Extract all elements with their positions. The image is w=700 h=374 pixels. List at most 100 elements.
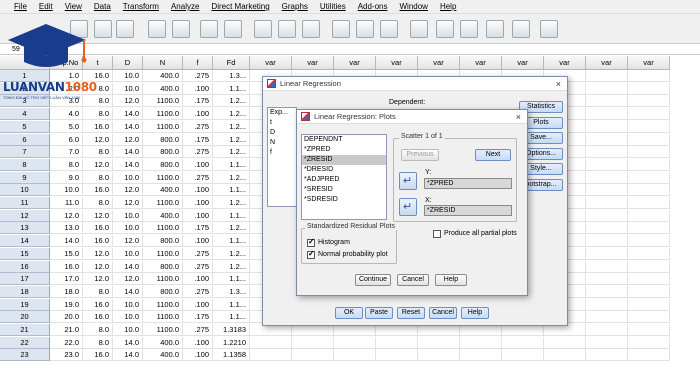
table-cell[interactable]: .275 xyxy=(183,324,213,336)
variable-item[interactable]: Exp... xyxy=(268,108,296,118)
table-cell[interactable]: 17.0 xyxy=(50,273,83,286)
menu-item[interactable]: File xyxy=(14,2,27,11)
table-cell[interactable]: 1.1... xyxy=(213,311,250,324)
table-cell[interactable]: 1.2... xyxy=(213,95,250,108)
empty-cell[interactable] xyxy=(628,260,670,273)
row-header[interactable]: 18 xyxy=(0,285,50,298)
table-cell[interactable]: 18.0 xyxy=(50,285,83,298)
table-cell[interactable]: 1100.0 xyxy=(143,120,183,133)
table-cell[interactable]: 8.0 xyxy=(83,285,113,298)
table-cell[interactable]: 16.0 xyxy=(83,120,113,133)
row-header[interactable]: 6 xyxy=(0,133,50,146)
empty-cell[interactable] xyxy=(628,108,670,121)
table-cell[interactable]: .100 xyxy=(183,82,213,95)
empty-cell[interactable] xyxy=(586,171,628,184)
empty-cell[interactable] xyxy=(586,158,628,171)
empty-cell[interactable] xyxy=(628,158,670,171)
empty-cell[interactable] xyxy=(376,349,418,362)
table-cell[interactable]: 1.2... xyxy=(213,247,250,260)
table-cell[interactable]: .175 xyxy=(183,133,213,146)
table-cell[interactable]: 16.0 xyxy=(83,311,113,324)
table-cell[interactable]: .100 xyxy=(183,108,213,121)
table-cell[interactable]: 8.0 xyxy=(50,158,83,171)
cancel-button[interactable]: Cancel xyxy=(429,307,457,319)
table-cell[interactable]: 1.3... xyxy=(213,70,250,82)
table-cell[interactable]: 400.0 xyxy=(143,70,183,82)
table-cell[interactable]: .175 xyxy=(183,222,213,235)
menu-item[interactable]: Graphs xyxy=(282,2,308,11)
empty-cell[interactable] xyxy=(628,324,670,336)
table-cell[interactable]: 23.0 xyxy=(50,349,83,362)
empty-cell[interactable] xyxy=(586,82,628,95)
column-header[interactable]: var xyxy=(628,56,670,70)
table-cell[interactable]: 400.0 xyxy=(143,82,183,95)
table-cell[interactable]: .275 xyxy=(183,171,213,184)
table-cell[interactable]: 12.0 xyxy=(113,95,143,108)
empty-cell[interactable] xyxy=(628,273,670,286)
table-cell[interactable]: 1100.0 xyxy=(143,108,183,121)
plot-variable-item[interactable]: *SRESID xyxy=(302,185,386,195)
y-field[interactable]: *ZPRED xyxy=(424,178,512,189)
empty-cell[interactable] xyxy=(586,222,628,235)
table-cell[interactable]: 1.1358 xyxy=(213,349,250,362)
table-cell[interactable]: 16.0 xyxy=(83,235,113,248)
column-header[interactable]: Fd xyxy=(213,56,250,70)
table-cell[interactable]: 9.0 xyxy=(50,171,83,184)
table-cell[interactable]: 22.0 xyxy=(50,336,83,349)
row-header[interactable]: 20 xyxy=(0,311,50,324)
table-cell[interactable]: .100 xyxy=(183,197,213,209)
table-cell[interactable]: 800.0 xyxy=(143,158,183,171)
menu-item[interactable]: Help xyxy=(440,2,456,11)
variable-item[interactable]: f xyxy=(268,148,296,158)
table-cell[interactable]: 12.0 xyxy=(113,133,143,146)
table-cell[interactable]: .100 xyxy=(183,184,213,197)
table-cell[interactable]: 1100.0 xyxy=(143,324,183,336)
table-cell[interactable]: 1.1... xyxy=(213,273,250,286)
row-header[interactable]: 15 xyxy=(0,247,50,260)
reset-button[interactable]: Reset xyxy=(397,307,425,319)
column-header[interactable]: var xyxy=(376,56,418,70)
table-cell[interactable]: 12.0 xyxy=(113,273,143,286)
empty-cell[interactable] xyxy=(586,209,628,222)
empty-cell[interactable] xyxy=(628,171,670,184)
toolbar-icon[interactable] xyxy=(356,20,374,38)
empty-cell[interactable] xyxy=(460,349,502,362)
variable-item[interactable]: N xyxy=(268,138,296,148)
table-cell[interactable]: 1.2... xyxy=(213,222,250,235)
table-cell[interactable]: 14.0 xyxy=(113,285,143,298)
row-header[interactable]: 21 xyxy=(0,324,50,336)
empty-cell[interactable] xyxy=(586,133,628,146)
menu-item[interactable]: Analyze xyxy=(171,2,199,11)
column-header[interactable]: var xyxy=(418,56,460,70)
table-cell[interactable]: 14.0 xyxy=(113,120,143,133)
empty-cell[interactable] xyxy=(292,336,334,349)
table-cell[interactable]: .100 xyxy=(183,349,213,362)
empty-cell[interactable] xyxy=(250,336,292,349)
column-header[interactable]: var xyxy=(250,56,292,70)
empty-cell[interactable] xyxy=(334,336,376,349)
table-cell[interactable]: 400.0 xyxy=(143,336,183,349)
table-cell[interactable]: 1100.0 xyxy=(143,273,183,286)
plot-variable-list[interactable]: DEPENDNT *ZPRED *ZRESID *DRESID *ADJPRED *SRE… xyxy=(301,134,387,220)
table-cell[interactable]: 20.0 xyxy=(50,311,83,324)
empty-cell[interactable] xyxy=(502,336,544,349)
row-header[interactable]: 16 xyxy=(0,260,50,273)
empty-cell[interactable] xyxy=(586,336,628,349)
table-cell[interactable]: 10.0 xyxy=(113,70,143,82)
plot-variable-item[interactable]: *ADJPRED xyxy=(302,175,386,185)
plot-variable-item[interactable]: *SDRESID xyxy=(302,195,386,205)
row-header[interactable]: 23 xyxy=(0,349,50,362)
table-cell[interactable]: .100 xyxy=(183,235,213,248)
continue-button[interactable]: Continue xyxy=(355,274,391,286)
toolbar-icon[interactable] xyxy=(148,20,166,38)
table-cell[interactable]: .100 xyxy=(183,273,213,286)
empty-cell[interactable] xyxy=(628,184,670,197)
empty-cell[interactable] xyxy=(250,349,292,362)
table-cell[interactable]: 1.1... xyxy=(213,235,250,248)
table-cell[interactable]: 12.0 xyxy=(113,235,143,248)
empty-cell[interactable] xyxy=(628,146,670,159)
empty-cell[interactable] xyxy=(628,311,670,324)
empty-cell[interactable] xyxy=(376,336,418,349)
cell-reference[interactable]: 59 xyxy=(0,44,700,55)
table-cell[interactable]: 1.1... xyxy=(213,158,250,171)
